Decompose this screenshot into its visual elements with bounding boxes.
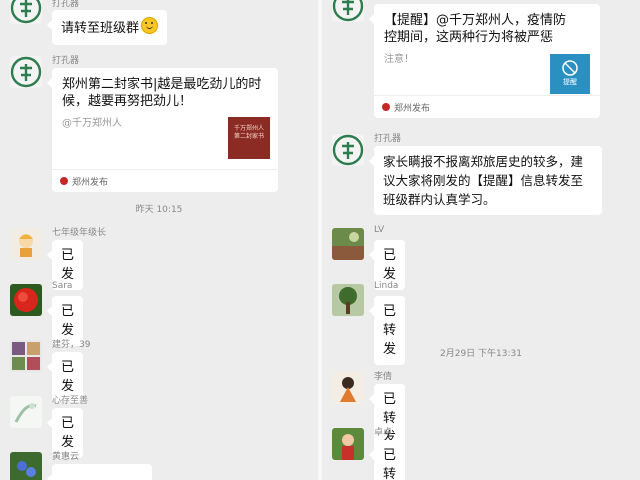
dakongqi-avatar[interactable]: [332, 134, 364, 166]
message-text: 已发: [61, 416, 75, 450]
chat-pane-left[interactable]: 打孔器 请转至班级群 打孔器 郑州第二封家书|越是最吃劲儿的时候，越要再努把劲儿…: [0, 0, 318, 480]
light-avatar[interactable]: [10, 396, 42, 428]
tree-avatar[interactable]: [332, 284, 364, 316]
timestamp: 昨天 10:15: [135, 205, 183, 215]
message-bubble[interactable]: 已转: [368, 440, 406, 480]
dakongqi-avatar[interactable]: [332, 0, 364, 22]
message-bubble[interactable]: [47, 464, 152, 480]
article-card[interactable]: 【提醒】@千万郑州人，疫情防控期间，这两种行为将被严惩 注意！ 提醒 郑州发布: [369, 4, 600, 118]
blue-flower-avatar[interactable]: [10, 452, 42, 480]
landscape-avatar[interactable]: [332, 228, 364, 260]
sender-name: 打孔器: [52, 0, 80, 9]
sender-name: Linda: [374, 281, 399, 291]
message-bubble[interactable]: 家长瞒报不报离郑旅居史的较多，建议大家将刚发的【提醒】信息转发至班级群内认真学习…: [369, 146, 602, 215]
sender-name: 心存至善: [52, 396, 89, 406]
sender-name: 卓卓: [374, 428, 393, 438]
sender-name: 打孔器: [52, 56, 80, 66]
message-text: 已发: [61, 360, 75, 394]
source-name: 郑州发布: [394, 103, 431, 114]
card-source: 郑州发布: [52, 169, 278, 192]
smile-emoji-icon: [141, 17, 159, 34]
message-text: 家长瞒报不报离郑旅居史的较多，建议大家将刚发的【提醒】信息转发至班级群内认真学习…: [383, 154, 584, 207]
sender-name: 建芬，39: [52, 340, 91, 350]
collage-avatar[interactable]: [10, 340, 42, 372]
card-title: 【提醒】@千万郑州人，疫情防控期间，这两种行为将被严惩: [384, 13, 567, 45]
timestamp: 2月29日 下午13:31: [440, 349, 522, 359]
sender-name: 七年级年级长: [52, 228, 107, 238]
sender-name: LV: [374, 225, 385, 235]
no-gathering-icon: [562, 60, 578, 76]
sender-name: 李倩: [374, 372, 393, 382]
card-thumbnail: 千万郑州人 第二封家书: [228, 117, 270, 159]
card-title: 郑州第二封家书|越是最吃劲儿的时候，越要再努把劲儿！: [62, 77, 262, 109]
message-text: 已发: [383, 248, 397, 282]
dakongqi-avatar[interactable]: [10, 56, 42, 88]
photo-avatar[interactable]: [332, 428, 364, 460]
message-bubble[interactable]: 请转至班级群: [46, 10, 168, 45]
chat-pane-right[interactable]: 【提醒】@千万郑州人，疫情防控期间，这两种行为将被严惩 注意！ 提醒 郑州发布 …: [322, 0, 640, 480]
girl-avatar[interactable]: [332, 372, 364, 404]
card-source: 郑州发布: [374, 95, 600, 118]
source-logo-icon: [382, 103, 390, 111]
message-text: 已转: [383, 448, 397, 480]
dakongqi-avatar[interactable]: [10, 0, 42, 24]
source-logo-icon: [60, 177, 68, 185]
message-text: 请转至班级群: [61, 21, 140, 36]
card-thumbnail: 提醒: [550, 54, 590, 94]
source-name: 郑州发布: [72, 177, 109, 188]
sender-name: Sara: [52, 281, 73, 291]
cartoon-avatar[interactable]: [10, 228, 42, 260]
red-flower-avatar[interactable]: [10, 284, 42, 316]
article-card[interactable]: 郑州第二封家书|越是最吃劲儿的时候，越要再努把劲儿！ @千万郑州人 千万郑州人 …: [47, 68, 278, 192]
sender-name: 黄惠云: [52, 452, 80, 462]
message-text: 已发: [61, 248, 75, 282]
message-text: 已发: [61, 304, 75, 338]
sender-name: 打孔器: [374, 134, 402, 144]
